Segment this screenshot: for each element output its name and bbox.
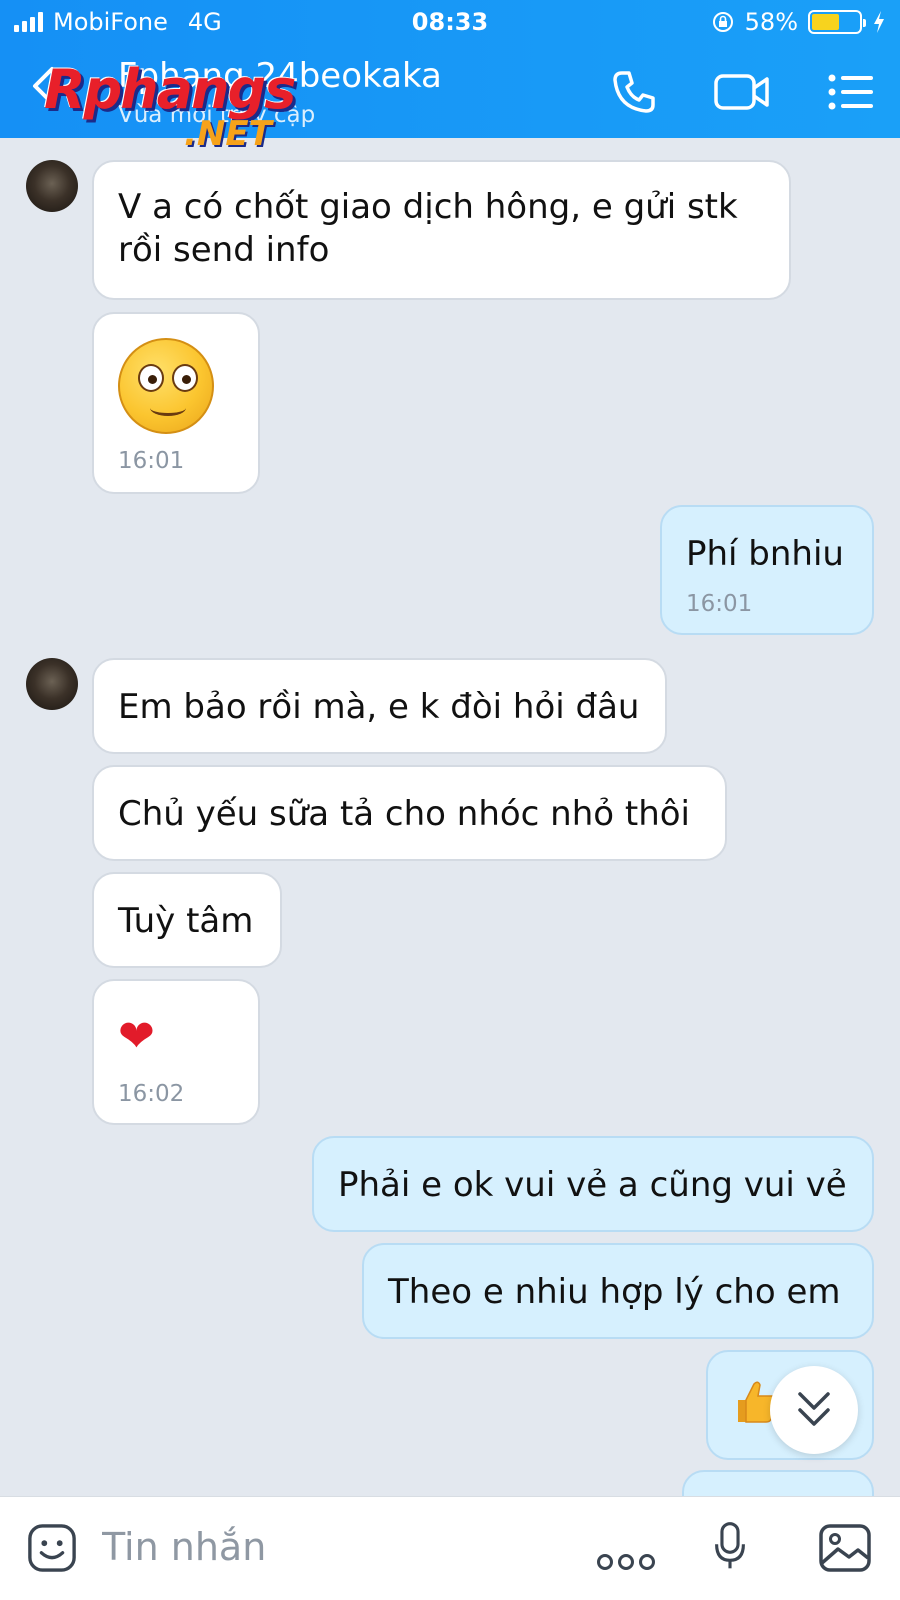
double-chevron-down-icon xyxy=(798,1392,830,1426)
image-icon[interactable] xyxy=(818,1523,872,1573)
back-button[interactable] xyxy=(30,66,56,116)
message-time: 16:01 xyxy=(118,448,185,474)
message-text: Phí bnhiu xyxy=(686,534,844,574)
red-heart-icon: ❤ xyxy=(118,1011,155,1062)
message-composer xyxy=(0,1496,900,1600)
call-button[interactable] xyxy=(610,68,666,116)
message-bubble-incoming[interactable]: V a có chốt giao dịch hông, e gửi stk rồ… xyxy=(92,160,791,300)
video-call-button[interactable] xyxy=(712,68,769,116)
phone-icon xyxy=(613,71,655,113)
message-bubble-outgoing[interactable]: Phải e ok vui vẻ a cũng vui vẻ xyxy=(312,1136,874,1232)
contact-avatar[interactable] xyxy=(26,160,78,212)
battery-level xyxy=(812,14,839,30)
chat-header: MobiFone 4G 08:33 58% Fphang 24beokaka V… xyxy=(0,0,900,138)
message-text: Chủ yếu sữa tả cho nhóc nhỏ thôi xyxy=(118,794,691,834)
more-icon[interactable] xyxy=(596,1537,656,1587)
message-text: Em bảo rồi mà, e k đòi hỏi đâu xyxy=(118,687,640,727)
nav-bar: Fphang 24beokaka Vừa mới truy cập xyxy=(0,52,900,132)
message-text: Tuỳ tâm xyxy=(118,901,254,941)
message-bubble-incoming[interactable]: Em bảo rồi mà, e k đòi hỏi đâu xyxy=(92,658,667,754)
back-icon xyxy=(33,67,54,105)
message-bubble-outgoing[interactable]: Theo e nhiu hợp lý cho em xyxy=(362,1243,874,1339)
sticker-icon[interactable] xyxy=(26,1523,78,1573)
status-bar: MobiFone 4G 08:33 58% xyxy=(0,0,900,44)
menu-list-icon xyxy=(828,74,873,110)
message-text: Theo e nhiu hợp lý cho em xyxy=(388,1272,841,1312)
microphone-icon[interactable] xyxy=(712,1521,748,1571)
status-right: 58% xyxy=(711,8,886,36)
contact-name[interactable]: Fphang 24beokaka xyxy=(118,56,442,96)
message-bubble-incoming[interactable]: Tuỳ tâm xyxy=(92,872,282,968)
orientation-lock-icon xyxy=(712,12,733,32)
message-text: V a có chốt giao dịch hông, e gửi stk rồ… xyxy=(118,187,738,270)
message-bubble-outgoing[interactable]: Phí bnhiu 16:01 xyxy=(660,505,874,635)
message-bubble-incoming[interactable]: Chủ yếu sữa tả cho nhóc nhỏ thôi xyxy=(92,765,727,861)
battery-icon xyxy=(808,10,866,34)
message-time: 16:01 xyxy=(686,591,753,617)
menu-button[interactable] xyxy=(826,68,882,116)
contact-avatar[interactable] xyxy=(26,658,78,710)
scroll-to-bottom-button[interactable] xyxy=(770,1366,858,1454)
message-input[interactable] xyxy=(102,1521,562,1573)
message-text: Phải e ok vui vẻ a cũng vui vẻ xyxy=(338,1165,847,1205)
message-bubble-incoming[interactable]: ❤ 16:02 xyxy=(92,979,260,1125)
message-time: 16:02 xyxy=(118,1081,185,1107)
battery-percent: 58% xyxy=(744,8,798,36)
surprised-face-sticker-icon xyxy=(118,338,214,434)
contact-status: Vừa mới truy cập xyxy=(118,102,316,128)
video-call-icon xyxy=(714,74,769,110)
charging-icon xyxy=(874,11,884,33)
message-bubble-incoming[interactable]: 16:01 xyxy=(92,312,260,494)
